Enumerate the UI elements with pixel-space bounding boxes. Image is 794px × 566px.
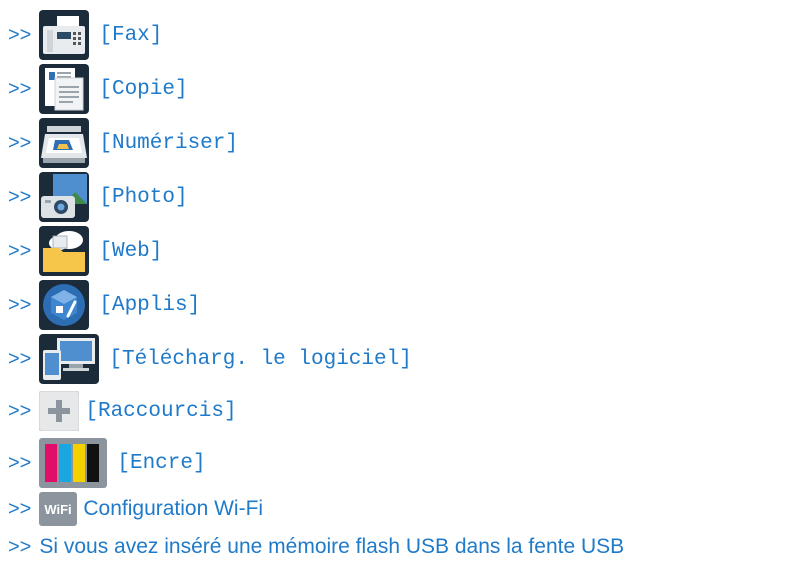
- fax-icon: [39, 10, 90, 60]
- link-arrow: >>: [8, 347, 32, 370]
- apps-link[interactable]: >> [Applis]: [8, 280, 200, 330]
- link-arrow: >>: [8, 23, 32, 46]
- download-software-label: [Télécharg. le logiciel]: [109, 347, 412, 371]
- scan-label: [Numériser]: [99, 131, 238, 155]
- link-arrow: >>: [8, 293, 32, 316]
- download-software-icon: [39, 334, 100, 384]
- ink-label: [Encre]: [117, 451, 206, 475]
- photo-link[interactable]: >> [Photo]: [8, 172, 188, 222]
- photo-label: [Photo]: [99, 185, 188, 209]
- fax-link[interactable]: >> [Fax]: [8, 10, 162, 60]
- apps-label: [Applis]: [99, 293, 201, 317]
- usb-flash-link[interactable]: >> Si vous avez inséré une mémoire flash…: [8, 530, 624, 564]
- link-arrow: >>: [8, 77, 32, 100]
- ink-link[interactable]: >> [Encre]: [8, 438, 206, 488]
- web-label: [Web]: [99, 239, 163, 263]
- shortcuts-link[interactable]: >> [Raccourcis]: [8, 386, 237, 436]
- apps-icon: [39, 280, 90, 330]
- usb-flash-label: Si vous avez inséré une mémoire flash US…: [39, 535, 625, 558]
- link-arrow: >>: [8, 399, 32, 422]
- wifi-icon: WiFi: [39, 492, 78, 526]
- shortcuts-icon: [39, 391, 80, 431]
- link-arrow: >>: [8, 497, 32, 520]
- photo-icon: [39, 172, 90, 222]
- scan-link[interactable]: >> [Numériser]: [8, 118, 238, 168]
- link-arrow: >>: [8, 131, 32, 154]
- web-icon: [39, 226, 90, 276]
- ink-icon: [39, 438, 108, 488]
- copy-icon: [39, 64, 90, 114]
- copy-label: [Copie]: [99, 77, 188, 101]
- copy-link[interactable]: >> [Copie]: [8, 64, 188, 114]
- svg-text:WiFi: WiFi: [45, 502, 72, 517]
- wifi-config-link[interactable]: >> WiFi Configuration Wi-Fi: [8, 490, 263, 528]
- link-arrow: >>: [8, 185, 32, 208]
- scan-icon: [39, 118, 90, 168]
- link-arrow: >>: [8, 451, 32, 474]
- link-arrow: >>: [8, 535, 32, 558]
- web-link[interactable]: >> [Web]: [8, 226, 162, 276]
- menu-link-list: >> [Fax] >> [Copie] >> [Numériser] >> [P…: [0, 0, 794, 566]
- download-software-link[interactable]: >> [Télécharg. le logiciel]: [8, 334, 412, 384]
- fax-label: [Fax]: [99, 23, 163, 47]
- shortcuts-label: [Raccourcis]: [85, 399, 237, 423]
- link-arrow: >>: [8, 239, 32, 262]
- wifi-config-label: Configuration Wi-Fi: [83, 497, 264, 520]
